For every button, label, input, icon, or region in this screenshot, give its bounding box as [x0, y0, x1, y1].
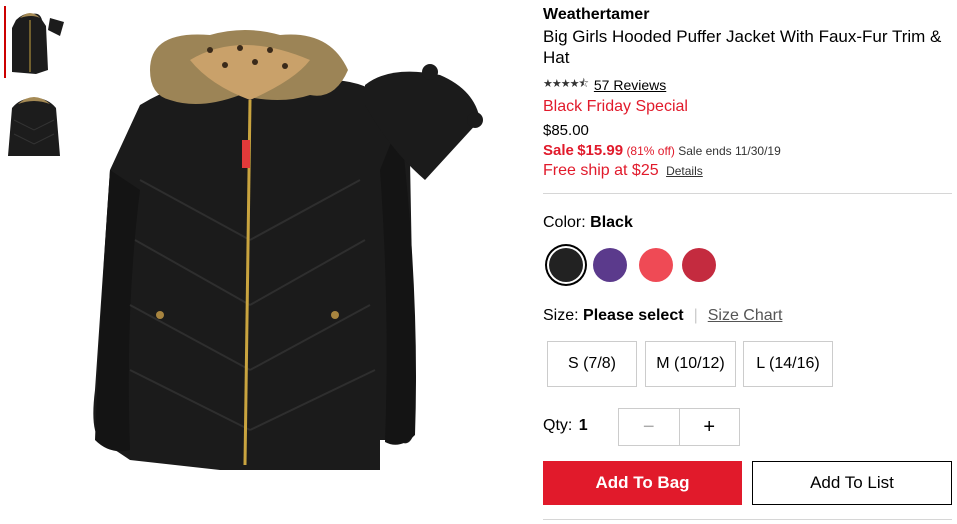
reviews-link[interactable]: 57 Reviews — [594, 77, 666, 93]
selected-size: Please select — [583, 307, 684, 324]
original-price: $85.00 — [543, 122, 589, 139]
rating-row: ★★★★⯪ 57 Reviews — [543, 75, 666, 94]
increase-qty-button[interactable]: + — [680, 409, 740, 445]
swatch-coral[interactable] — [639, 248, 673, 282]
discount-percent: (81% off) — [626, 144, 675, 158]
sale-ends: Sale ends 11/30/19 — [678, 144, 781, 158]
promo-label: Black Friday Special — [543, 98, 688, 115]
size-label-text: Size: — [543, 307, 579, 324]
color-label-text: Color: — [543, 214, 586, 231]
swatch-black[interactable] — [549, 248, 583, 282]
size-option-l[interactable]: L (14/16) — [743, 341, 833, 387]
main-product-image[interactable] — [80, 10, 500, 515]
sale-prefix: Sale — [543, 142, 574, 159]
free-ship-label: Free ship at $25 — [543, 162, 659, 179]
swatch-purple[interactable] — [593, 248, 627, 282]
puffer-jacket-with-hat-image — [93, 30, 483, 471]
swatch-red[interactable] — [682, 248, 716, 282]
divider — [543, 193, 952, 194]
quantity-stepper: − + — [618, 408, 740, 446]
jacket-with-hat-thumbnail-icon — [12, 13, 64, 75]
thumbnail-jacket-with-hat[interactable] — [4, 6, 68, 78]
decrease-qty-button[interactable]: − — [619, 409, 680, 445]
star-rating-icon: ★★★★⯪ — [543, 78, 589, 90]
size-separator: | — [693, 307, 698, 324]
color-label: Color: Black — [543, 214, 633, 232]
qty-value: 1 — [578, 417, 588, 434]
brand-name[interactable]: Weathertamer — [543, 6, 649, 24]
details-link[interactable]: Details — [666, 164, 703, 178]
selected-color: Black — [590, 214, 633, 231]
size-chart-link[interactable]: Size Chart — [708, 307, 783, 325]
qty-label: Qty: 1 — [543, 417, 588, 435]
qty-label-text: Qty: — [543, 417, 573, 434]
size-option-m[interactable]: M (10/12) — [645, 341, 736, 387]
thumbnail-jacket-back[interactable] — [4, 90, 66, 162]
sale-price: $15.99 — [577, 142, 624, 159]
size-label: Size: Please select | Size Chart — [543, 307, 782, 325]
product-title: Big Girls Hooded Puffer Jacket With Faux… — [543, 27, 942, 67]
bottom-divider — [543, 519, 952, 520]
sale-price-row: Sale $15.99 (81% off) Sale ends 11/30/19 — [543, 142, 781, 159]
add-to-bag-button[interactable]: Add To Bag — [543, 461, 742, 505]
free-shipping-text: Free ship at $25 Details — [543, 162, 703, 180]
jacket-back-thumbnail-icon — [8, 97, 60, 156]
add-to-list-button[interactable]: Add To List — [752, 461, 952, 505]
size-option-s[interactable]: S (7/8) — [547, 341, 637, 387]
